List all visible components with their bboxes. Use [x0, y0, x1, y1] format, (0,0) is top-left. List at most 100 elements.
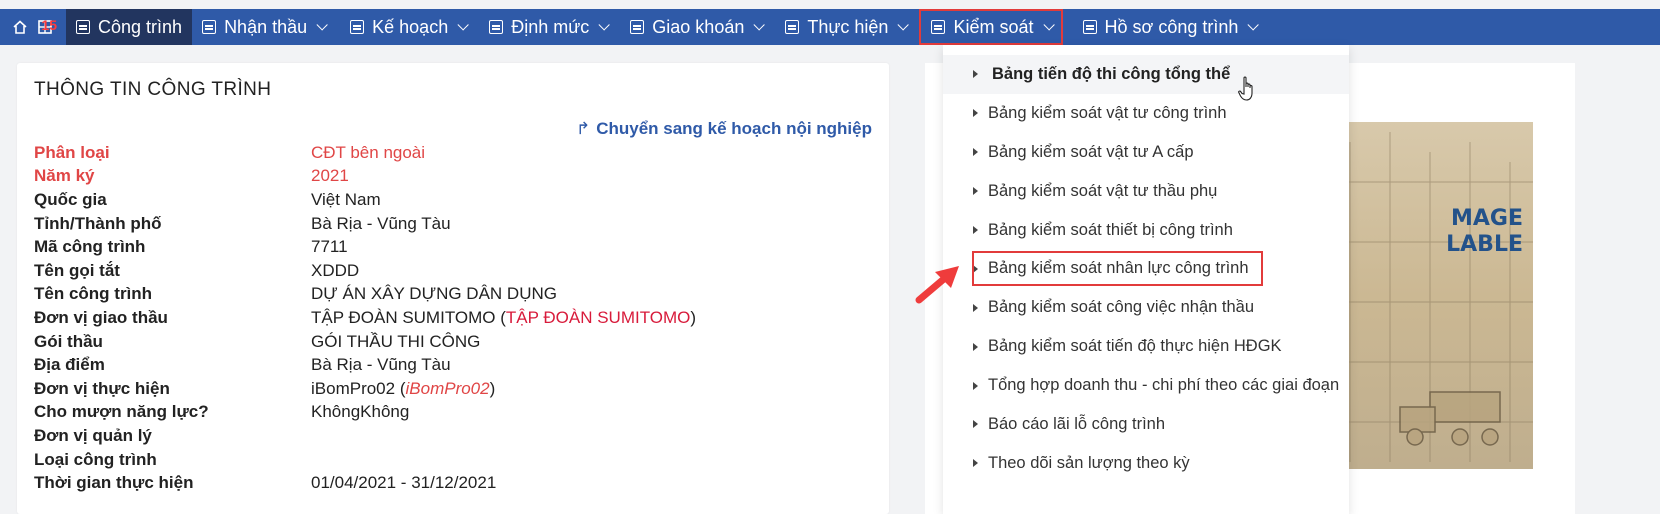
info-row: Năm ký 2021	[34, 165, 874, 189]
row-label: Tên công trình	[34, 284, 153, 304]
monitor-icon	[931, 20, 946, 34]
row-value: 2021	[311, 166, 349, 186]
top-navbar: 15 Công trình Nhận thầu Kế hoạch Định mứ…	[0, 9, 1660, 45]
menu-item-vat-tu-cong-trinh[interactable]: Bảng kiểm soát vật tư công trình	[943, 94, 1349, 133]
menu-item-tien-do-hdgk[interactable]: Bảng kiểm soát tiến độ thực hiện HĐGK	[943, 327, 1349, 366]
nav-label: Hồ sơ công trình	[1104, 16, 1239, 37]
executor-name: iBomPro02	[311, 378, 396, 398]
menu-item-tien-do-tong-the[interactable]: Bảng tiến độ thi công tổng thể	[943, 55, 1349, 94]
row-label: Quốc gia	[34, 189, 107, 209]
row-value: TẬP ĐOÀN SUMITOMO (TẬP ĐOÀN SUMITOMO)	[311, 307, 697, 327]
menu-item-thiet-bi[interactable]: Bảng kiểm soát thiết bị công trình	[943, 211, 1349, 250]
row-label: Loại công trình	[34, 449, 157, 469]
row-value: 01/04/2021 - 31/12/2021	[311, 473, 497, 493]
nav-giao-khoan[interactable]: Giao khoán	[620, 9, 771, 45]
info-row: Đơn vị giao thầu TẬP ĐOÀN SUMITOMO (TẬP …	[34, 306, 874, 330]
menu-item-label: Tổng hợp doanh thu - chi phí theo các gi…	[988, 376, 1340, 395]
home-icon[interactable]	[0, 9, 30, 45]
caret-right-icon	[973, 148, 978, 157]
caret-right-icon	[973, 381, 978, 390]
nav-thuc-hien[interactable]: Thực hiện	[775, 9, 915, 45]
caret-right-icon	[973, 342, 978, 351]
nav-label: Giao khoán	[652, 16, 745, 37]
menu-item-label: Bảng kiểm soát vật tư công trình	[988, 103, 1227, 122]
row-value: Bà Rịa - Vũng Tàu	[311, 213, 451, 233]
nav-label: Kiểm soát	[953, 16, 1034, 37]
caret-right-icon	[973, 303, 978, 312]
menu-item-label: Bảng kiểm soát tiến độ thực hiện HĐGK	[988, 337, 1282, 356]
briefcase-icon	[1082, 20, 1097, 34]
contractor-link[interactable]: TẬP ĐOÀN SUMITOMO	[506, 308, 691, 327]
info-row: Thời gian thực hiện 01/04/2021 - 31/12/2…	[34, 471, 874, 495]
info-row: Loại công trình	[34, 448, 874, 472]
building-icon	[76, 20, 90, 34]
nav-kiem-soat[interactable]: Kiểm soát	[919, 9, 1063, 45]
contractor-name: TẬP ĐOÀN SUMITOMO	[311, 307, 496, 327]
menu-item-doanh-thu-chi-phi[interactable]: Tổng hợp doanh thu - chi phí theo các gi…	[943, 366, 1349, 405]
project-info-card: THÔNG TIN CÔNG TRÌNH ↱ Chuyển sang kế ho…	[17, 63, 889, 514]
info-row: Tên gọi tắt XDDD	[34, 259, 874, 283]
info-row: Tỉnh/Thành phố Bà Rịa - Vũng Tàu	[34, 212, 874, 236]
info-row: Cho mượn năng lực? KhôngKhông	[34, 401, 874, 425]
menu-item-label: Bảng kiểm soát vật tư thầu phụ	[988, 181, 1218, 200]
document-icon	[202, 20, 217, 34]
row-value: Việt Nam	[311, 189, 381, 209]
menu-item-nhan-luc[interactable]: Bảng kiểm soát nhân lực công trình	[943, 249, 1349, 288]
info-row: Địa điểm Bà Rịa - Vũng Tàu	[34, 353, 874, 377]
nav-ho-so-cong-trinh[interactable]: Hồ sơ công trình	[1073, 9, 1266, 45]
info-title: THÔNG TIN CÔNG TRÌNH	[34, 79, 272, 100]
row-label: Năm ký	[34, 166, 95, 186]
menu-item-label: Bảng kiểm soát vật tư A cấp	[988, 142, 1194, 161]
row-label: Đơn vị quản lý	[34, 425, 152, 445]
info-row: Đơn vị quản lý	[34, 424, 874, 448]
document-icon	[630, 20, 645, 34]
row-value: XDDD	[311, 260, 360, 280]
chevron-down-icon	[1247, 19, 1260, 31]
chevron-down-icon	[457, 19, 469, 31]
menu-item-cong-viec-nhan-thau[interactable]: Bảng kiểm soát công việc nhận thầu	[943, 288, 1349, 327]
row-label: Tỉnh/Thành phố	[34, 213, 162, 233]
row-label: Đơn vị thực hiện	[34, 378, 170, 398]
checkbox-icon	[785, 20, 800, 34]
chevron-down-icon	[753, 19, 766, 31]
menu-item-lai-lo[interactable]: Báo cáo lãi lỗ công trình	[943, 405, 1349, 444]
menu-item-san-luong-theo-ky[interactable]: Theo dõi sản lượng theo kỳ	[943, 444, 1349, 483]
menu-item-label: Theo dõi sản lượng theo kỳ	[988, 453, 1190, 472]
caret-right-icon	[973, 70, 978, 79]
red-pointer-arrow-icon	[915, 266, 959, 304]
nav-nhan-thau[interactable]: Nhận thầu	[192, 9, 334, 45]
menu-item-label: Bảng kiểm soát công việc nhận thầu	[988, 298, 1255, 317]
hand-cursor-icon	[1238, 76, 1253, 101]
menu-item-vat-tu-a-cap[interactable]: Bảng kiểm soát vật tư A cấp	[943, 133, 1349, 172]
convert-plan-label: Chuyển sang kế hoạch nội nghiệp	[596, 119, 872, 138]
menu-item-vat-tu-thau-phu[interactable]: Bảng kiểm soát vật tư thầu phụ	[943, 172, 1349, 211]
info-row: Phân loại CĐT bên ngoài	[34, 141, 874, 165]
executor-link[interactable]: iBomPro02	[406, 379, 490, 398]
convert-plan-link[interactable]: ↱ Chuyển sang kế hoạch nội nghiệp	[576, 119, 872, 139]
row-label: Mã công trình	[34, 237, 146, 257]
document-icon	[489, 20, 504, 34]
row-label: Cho mượn năng lực?	[34, 402, 209, 422]
row-value: CĐT bên ngoài	[311, 142, 426, 162]
share-arrow-icon: ↱	[575, 119, 591, 138]
chevron-down-icon	[1042, 19, 1055, 31]
caret-right-icon	[973, 226, 978, 234]
chevron-down-icon	[598, 19, 611, 31]
nav-label: Kế hoạch	[372, 16, 449, 37]
row-value: Bà Rịa - Vũng Tàu	[311, 355, 451, 375]
nav-label: Định mức	[511, 16, 590, 37]
info-row: Gói thầu GÓI THẦU THI CÔNG	[34, 330, 874, 354]
nav-ke-hoach[interactable]: Kế hoạch	[340, 9, 475, 45]
row-value: DỰ ÁN XÂY DỰNG DÂN DỤNG	[311, 284, 557, 304]
caret-right-icon	[973, 109, 978, 118]
nav-label: Thực hiện	[807, 16, 889, 37]
nav-dinh-muc[interactable]: Định mức	[479, 9, 616, 45]
info-row: Tên công trình DỰ ÁN XÂY DỰNG DÂN DỤNG	[34, 283, 874, 307]
notification-badge: 15	[41, 17, 57, 33]
menu-item-label: Bảng kiểm soát nhân lực công trình	[972, 251, 1263, 287]
nav-cong-trinh[interactable]: Công trình	[66, 9, 193, 45]
caret-right-icon	[973, 187, 978, 196]
apps-grid-icon[interactable]: 15	[30, 9, 60, 45]
image-text-line: MAGE	[1450, 206, 1523, 231]
row-label: Thời gian thực hiện	[34, 473, 194, 493]
